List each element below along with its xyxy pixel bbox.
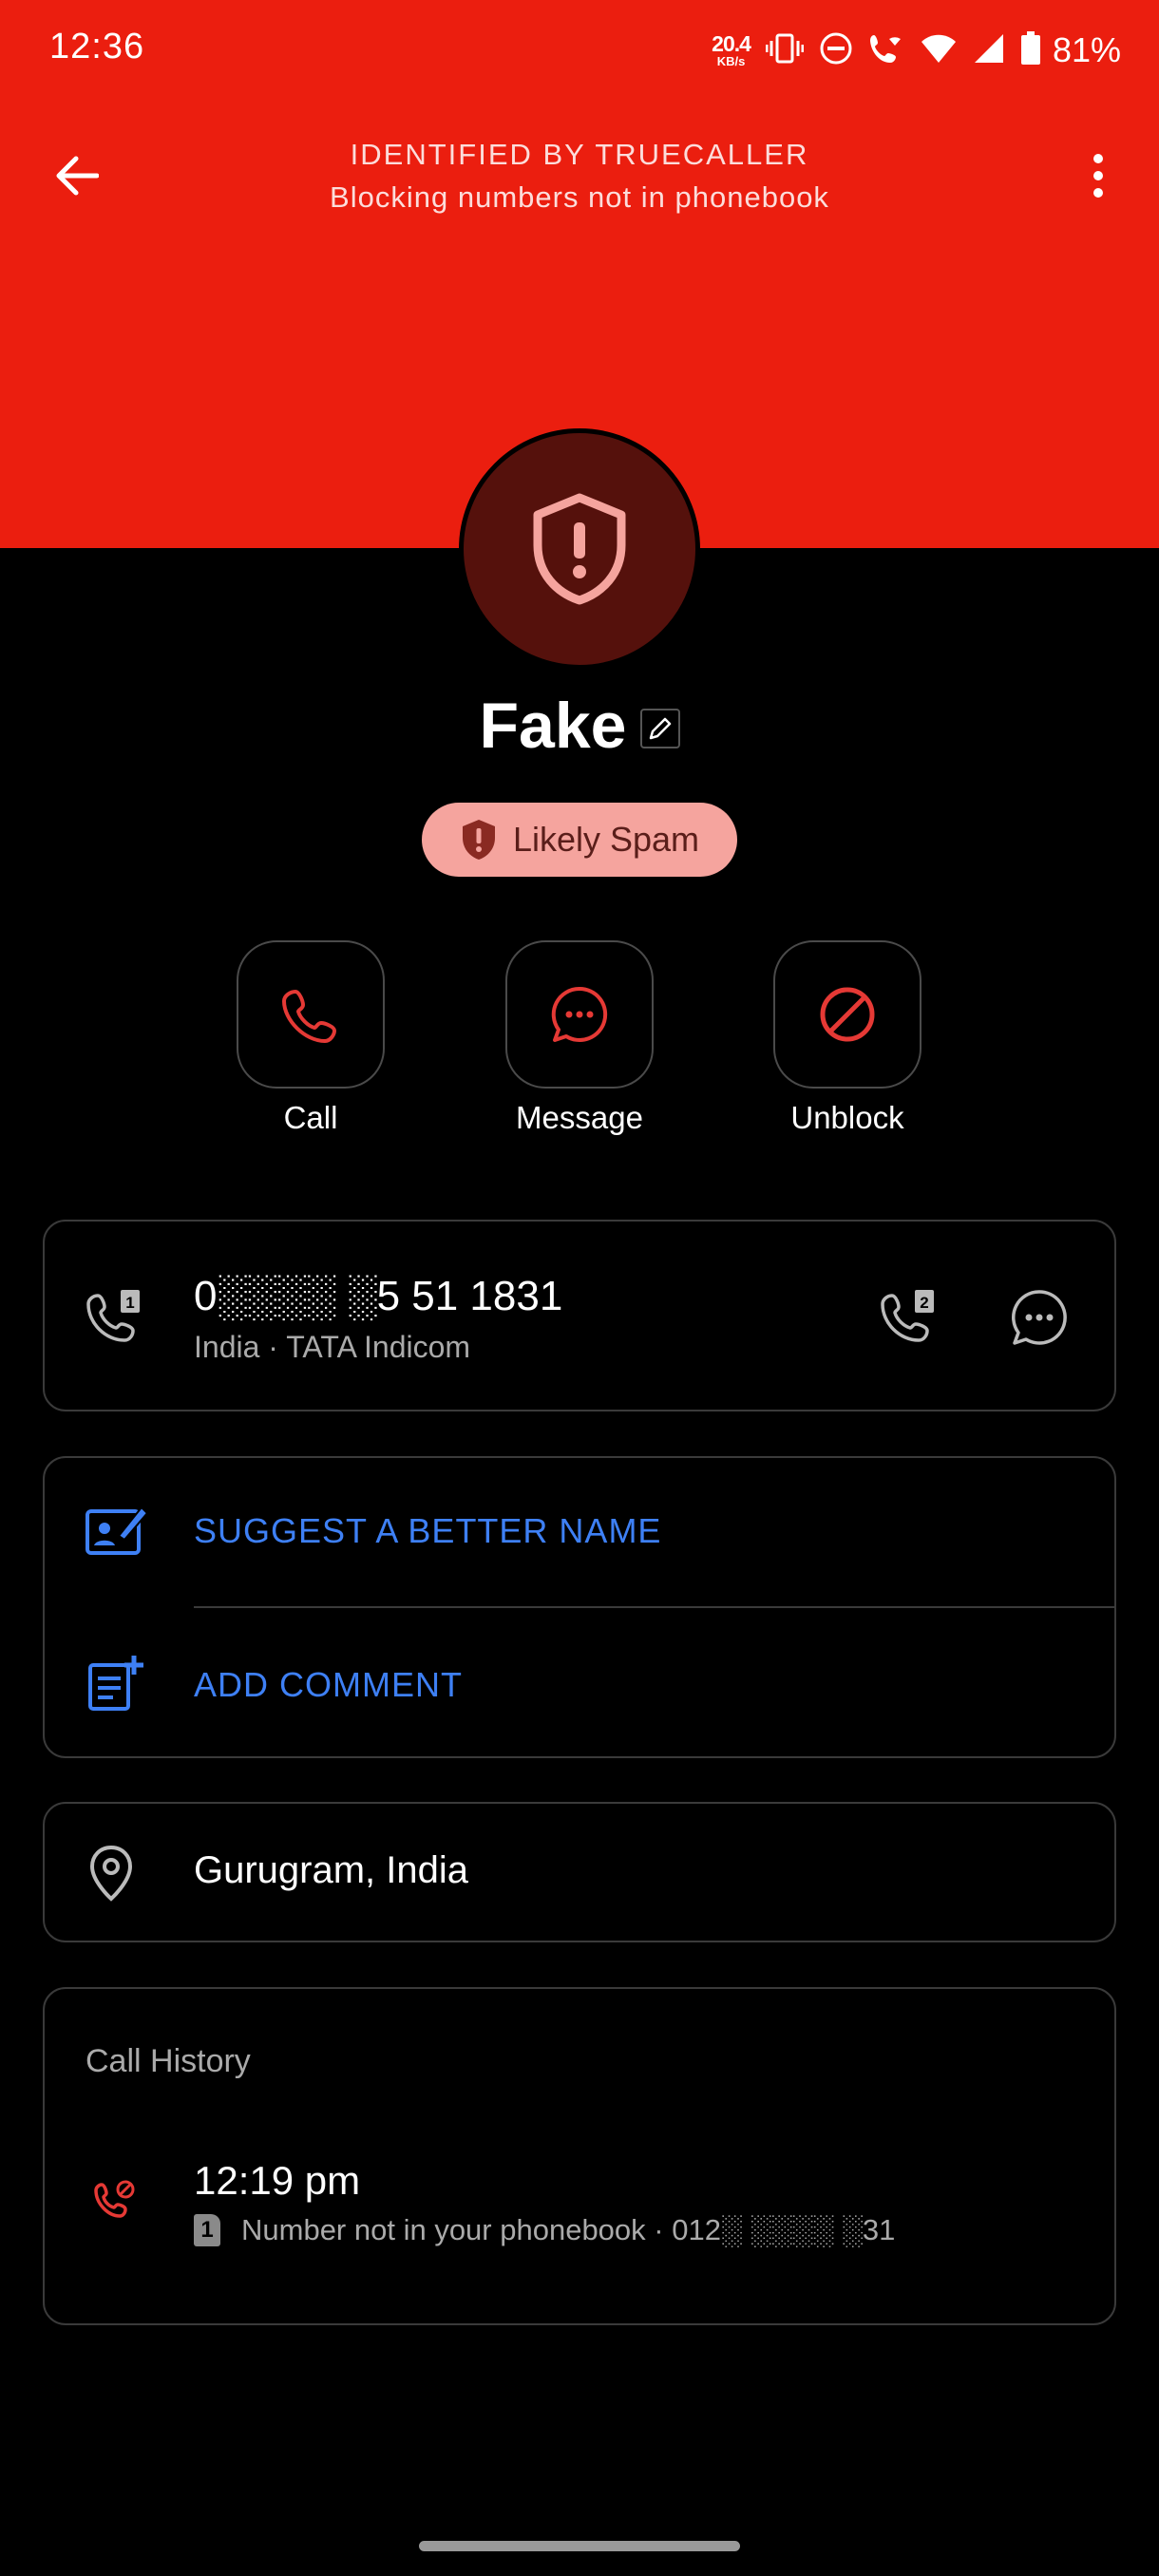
back-button[interactable] xyxy=(38,138,114,214)
network-speed-value: 20.4 xyxy=(712,31,751,56)
wifi-call-icon xyxy=(868,31,904,70)
phone-carrier: India · TATA Indicom xyxy=(194,1330,471,1364)
wifi-icon xyxy=(920,32,958,69)
svg-text:2: 2 xyxy=(920,1294,928,1312)
call-history-time: 12:19 pm xyxy=(194,2158,361,2203)
sms-icon[interactable] xyxy=(1009,1288,1070,1354)
location-card: Gurugram, India xyxy=(43,1802,1116,1942)
suggest-card: SUGGEST A BETTER NAME ADD COMMENT xyxy=(43,1456,1116,1758)
message-bubble-icon xyxy=(551,986,608,1042)
phone-number: 0░░░░ ░5 51 1831 xyxy=(194,1273,563,1319)
vibrate-icon xyxy=(765,31,805,70)
status-bar: 12:36 20.4 KB/s 81% xyxy=(0,0,1159,100)
call-history-details-text: Number not in your phonebook · 012░ ░░░░… xyxy=(241,2213,896,2246)
call-history-title: Call History xyxy=(86,2043,251,2079)
sim2-call-icon[interactable]: 2 xyxy=(881,1288,941,1354)
location-text: Gurugram, India xyxy=(194,1849,469,1891)
message-button[interactable] xyxy=(505,940,654,1089)
network-speed: 20.4 KB/s xyxy=(712,31,751,68)
shield-badge-icon xyxy=(462,820,495,860)
shield-alert-icon xyxy=(533,493,626,605)
call-button[interactable] xyxy=(237,940,385,1089)
call-action[interactable]: Call xyxy=(235,940,387,1136)
signal-icon xyxy=(973,32,1005,69)
contact-name: Fake xyxy=(479,690,627,762)
sim1-call-icon[interactable]: 1 xyxy=(86,1288,147,1354)
battery-percent: 81% xyxy=(1052,30,1121,69)
call-history-card: Call History 12:19 pm 1 Number not in yo… xyxy=(43,1987,1116,2325)
message-action[interactable]: Message xyxy=(504,940,656,1136)
unblock-action[interactable]: Unblock xyxy=(771,940,923,1136)
call-label: Call xyxy=(283,1100,338,1135)
message-label: Message xyxy=(516,1100,643,1135)
phone-number-card[interactable]: 1 0░░░░ ░5 51 1831 India · TATA Indicom … xyxy=(43,1220,1116,1411)
block-icon xyxy=(820,987,875,1042)
svg-text:1: 1 xyxy=(125,1294,134,1312)
divider xyxy=(194,1606,1114,1608)
battery-icon xyxy=(1020,30,1041,70)
pencil-icon xyxy=(649,717,671,740)
sim-badge: 1 xyxy=(194,2214,220,2246)
more-vert-icon xyxy=(1093,154,1103,198)
unblock-label: Unblock xyxy=(790,1100,904,1135)
status-time: 12:36 xyxy=(49,27,145,66)
header-subtitle: Blocking numbers not in phonebook xyxy=(330,180,829,214)
suggest-name-icon xyxy=(85,1502,149,1563)
avatar xyxy=(459,428,700,670)
more-options-button[interactable] xyxy=(1060,138,1136,214)
status-icons: 20.4 KB/s 81% xyxy=(712,27,1121,74)
add-comment-icon xyxy=(85,1654,145,1719)
back-arrow-icon xyxy=(56,156,99,196)
spam-label: Likely Spam xyxy=(512,820,700,859)
blocked-call-icon xyxy=(94,2179,136,2226)
location-pin-icon xyxy=(85,1844,138,1907)
spam-badge: Likely Spam xyxy=(422,803,737,877)
call-history-details: 1 Number not in your phonebook · 012░ ░░… xyxy=(194,2213,895,2247)
network-speed-unit: KB/s xyxy=(716,54,746,68)
phone-icon xyxy=(282,990,336,1043)
contact-name-row: Fake xyxy=(0,689,1159,763)
header-title: IDENTIFIED BY TRUECALLER xyxy=(350,138,809,171)
home-indicator[interactable] xyxy=(419,2541,740,2551)
unblock-button[interactable] xyxy=(773,940,922,1089)
do-not-disturb-icon xyxy=(819,31,853,70)
add-comment-link[interactable]: ADD COMMENT xyxy=(194,1665,463,1705)
edit-name-button[interactable] xyxy=(639,709,680,748)
suggest-better-name-link[interactable]: SUGGEST A BETTER NAME xyxy=(194,1511,661,1551)
